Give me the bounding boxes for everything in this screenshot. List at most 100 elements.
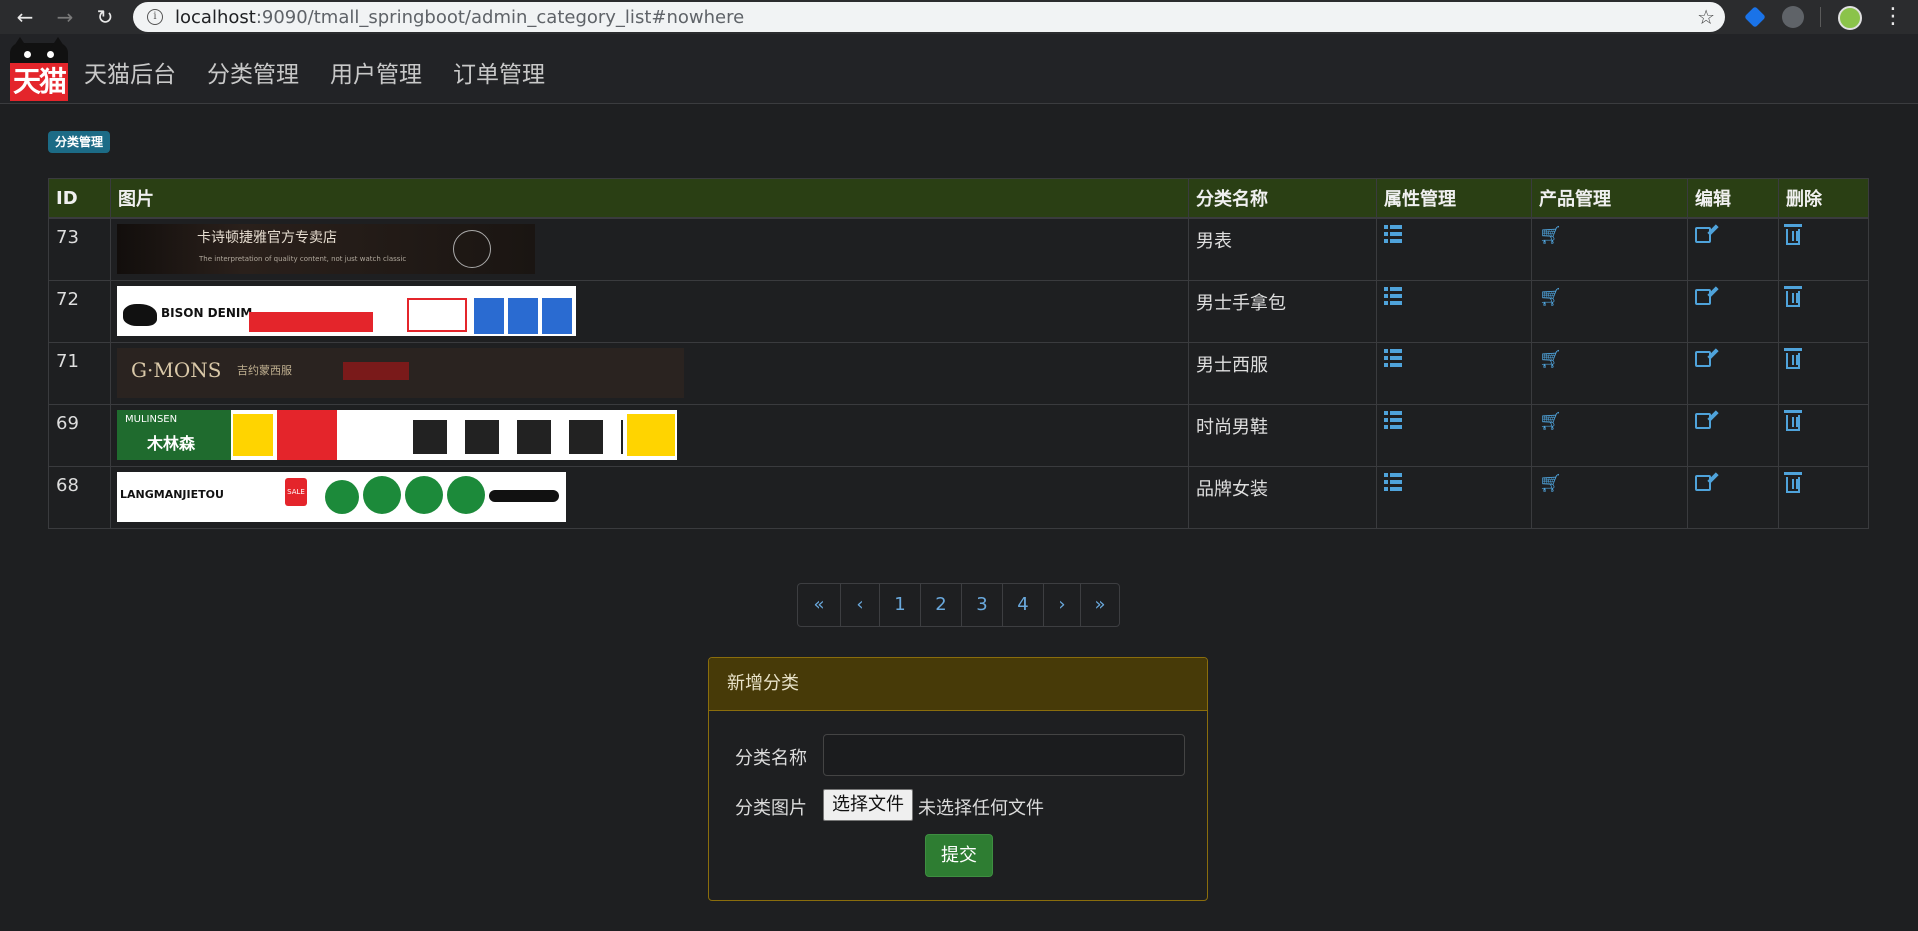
page-4[interactable]: 4 [1002,584,1043,626]
product-manage-cell: 🛒︎ [1531,217,1688,281]
toolbar-divider [1820,7,1821,27]
column-header-property: 属性管理 [1376,178,1532,219]
category-table: ID 图片 分类名称 属性管理 产品管理 编辑 删除 73 卡诗顿捷雅官方专卖店… [48,178,1869,529]
row-category-name: 时尚男鞋 [1188,403,1377,467]
shopping-cart-icon[interactable]: 🛒︎ [1539,473,1562,494]
list-icon[interactable] [1384,225,1402,243]
shopping-cart-icon[interactable]: 🛒︎ [1539,411,1562,432]
category-banner-image: 卡诗顿捷雅官方专卖店 The interpretation of quality… [117,224,535,274]
banner-coupon [508,297,538,334]
shopping-cart-icon[interactable]: 🛒︎ [1539,287,1562,308]
column-header-delete: 删除 [1778,178,1869,219]
category-name-label: 分类名称 [735,748,807,769]
choose-file-button[interactable]: 选择文件 [823,789,913,821]
banner-subtitle: The interpretation of quality content, n… [199,255,407,263]
banner-title: LANGMANJIETOU [120,487,224,501]
banner-promo-block [407,297,467,332]
table-row: 73 卡诗顿捷雅官方专卖店 The interpretation of qual… [48,217,1869,281]
trash-icon[interactable] [1784,471,1802,493]
edit-icon[interactable] [1695,350,1711,367]
page-3[interactable]: 3 [961,584,1002,626]
row-category-name: 男表 [1188,217,1377,281]
banner-promo-block [277,409,337,460]
banner-coupon [542,297,572,334]
property-manage-cell [1376,279,1532,343]
edit-icon[interactable] [1695,288,1711,305]
property-manage-cell [1376,217,1532,281]
extension-icon[interactable] [1782,6,1804,28]
add-category-panel: 新增分类 分类名称 分类图片 选择文件 未选择任何文件 提交 [708,657,1208,901]
product-manage-cell: 🛒︎ [1531,465,1688,529]
trash-icon[interactable] [1784,409,1802,431]
row-image-cell: 卡诗顿捷雅官方专卖店 The interpretation of quality… [110,217,1189,281]
nav-link-category[interactable]: 分类管理 [207,55,299,89]
list-icon[interactable] [1384,348,1402,367]
banner-promo-block [627,413,675,456]
product-manage-cell: 🛒︎ [1531,279,1688,343]
nav-link-order[interactable]: 订单管理 [453,55,545,89]
edit-cell [1687,217,1779,281]
banner-seal [453,230,491,268]
list-icon[interactable] [1384,472,1402,491]
submit-button[interactable]: 提交 [925,834,993,877]
banner-title: BISON DENIM [161,305,253,320]
banner-subtitle: SALE [285,477,307,506]
back-icon[interactable]: ← [12,4,38,30]
page-next[interactable]: › [1043,584,1080,626]
address-bar[interactable]: i localhost:9090/tmall_springboot/admin_… [133,2,1725,32]
edit-icon[interactable] [1695,227,1711,243]
page-1[interactable]: 1 [879,584,920,626]
banner-coupon [474,297,504,334]
page-first[interactable]: « [798,584,840,626]
reload-icon[interactable]: ↻ [92,4,118,30]
logo-eye [47,51,54,58]
nav-link-user[interactable]: 用户管理 [330,55,422,89]
edit-icon[interactable] [1695,474,1711,491]
nav-link-admin-home[interactable]: 天猫后台 [84,55,176,89]
category-name-input[interactable] [823,734,1185,776]
edit-cell [1687,403,1779,467]
delete-cell [1778,279,1869,343]
edit-icon[interactable] [1695,412,1711,429]
banner-coupon [447,475,485,514]
row-id: 71 [48,341,111,405]
page-prev[interactable]: ‹ [840,584,879,626]
page-last[interactable]: » [1080,584,1119,626]
shopping-cart-icon[interactable]: 🛒︎ [1539,349,1562,370]
profile-avatar[interactable] [1838,6,1862,30]
column-header-edit: 编辑 [1687,178,1779,219]
table-row: 69 MULINSEN 木林森 时尚男鞋 🛒︎ [48,403,1869,467]
site-info-icon[interactable]: i [147,9,163,25]
browser-toolbar: ← → ↻ i localhost:9090/tmall_springboot/… [0,0,1918,35]
shopping-cart-icon[interactable]: 🛒︎ [1539,225,1562,246]
table-row: 71 G·MONS 吉约蒙西服 男士西服 🛒︎ [48,341,1869,405]
table-row: 68 LANGMANJIETOU SALE 品牌女装 🛒︎ [48,465,1869,529]
delete-cell [1778,217,1869,281]
forward-icon[interactable]: → [52,4,78,30]
list-icon[interactable] [1384,286,1402,305]
row-category-name: 男士西服 [1188,341,1377,405]
list-icon[interactable] [1384,410,1402,429]
row-category-name: 男士手拿包 [1188,279,1377,343]
browser-menu-icon[interactable]: ⋮ [1882,6,1904,28]
category-banner-image: G·MONS 吉约蒙西服 [117,347,684,398]
banner-title: G·MONS [131,357,222,382]
url-text[interactable]: localhost:9090/tmall_springboot/admin_ca… [175,7,744,28]
banner-coupon [405,475,443,514]
page-2[interactable]: 2 [920,584,961,626]
tmall-logo[interactable]: 天猫 [10,37,68,101]
trash-icon[interactable] [1784,347,1802,369]
row-id: 69 [48,403,111,467]
delete-cell [1778,403,1869,467]
trash-icon[interactable] [1784,285,1802,307]
column-header-image: 图片 [110,178,1189,219]
property-manage-cell [1376,341,1532,405]
category-banner-image: LANGMANJIETOU SALE [117,471,566,522]
delete-cell [1778,465,1869,529]
banner-shoes [413,419,623,454]
trash-icon[interactable] [1784,224,1802,245]
extension-icon[interactable] [1744,6,1766,28]
bookmark-star-icon[interactable]: ☆ [1697,5,1715,29]
file-status-text: 未选择任何文件 [918,798,1044,819]
row-image-cell: BISON DENIM [110,279,1189,343]
